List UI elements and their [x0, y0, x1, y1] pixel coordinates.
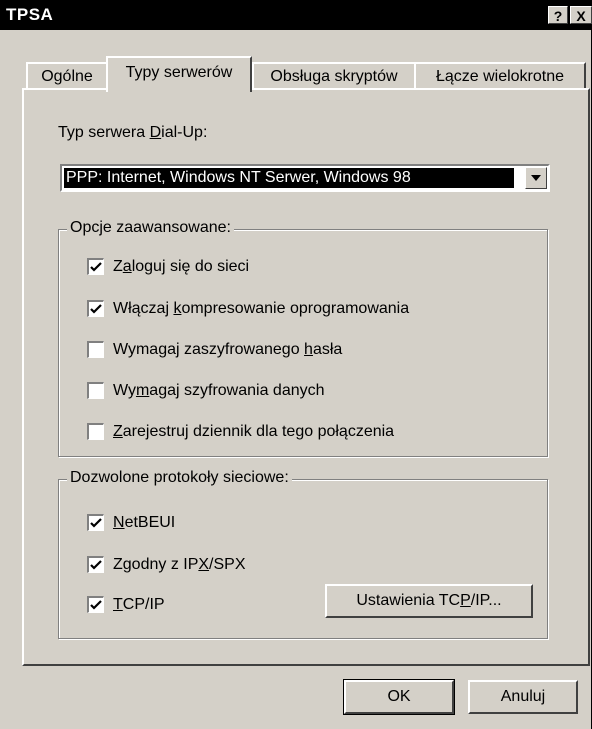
server-type-select[interactable]: PPP: Internet, Windows NT Serwer, Window… — [60, 164, 550, 192]
checkmark-icon — [90, 518, 102, 528]
checkbox-label: TCP/IP — [113, 596, 165, 613]
tab-ogolne[interactable]: Ogólne — [26, 62, 108, 90]
advanced-options-legend: Opcje zaawansowane: — [67, 219, 234, 237]
checkbox-label: Wymagaj zaszyfrowanego hasła — [113, 341, 343, 358]
checkmark-icon — [90, 560, 102, 570]
checkbox-box[interactable] — [87, 596, 104, 613]
checkbox-box[interactable] — [87, 300, 104, 317]
server-type-label: Typ serwera Dial-Up: — [58, 124, 208, 141]
checkbox-label: Zgodny z IPX/SPX — [113, 556, 246, 573]
ok-button[interactable]: OK — [343, 679, 455, 715]
checkbox-label: Wymagaj szyfrowania danych — [113, 382, 325, 399]
checkbox-box[interactable] — [87, 341, 104, 358]
checkbox-box[interactable] — [87, 514, 104, 531]
help-button[interactable]: ? — [548, 6, 568, 24]
checkmark-icon — [90, 304, 102, 314]
advanced-options-group: Opcje zaawansowane: Zaloguj się do sieci… — [58, 219, 548, 457]
checkbox-box[interactable] — [87, 382, 104, 399]
cancel-button[interactable]: Anuluj — [468, 680, 578, 714]
close-button[interactable]: X — [570, 6, 592, 24]
checkmark-icon — [90, 262, 102, 272]
checkbox-box[interactable] — [87, 556, 104, 573]
checkbox-label: Zarejestruj dziennik dla tego połączenia — [113, 423, 395, 440]
checkbox-label: NetBEUI — [113, 514, 176, 531]
tab-panel-typy-serwerow: Typ serwera Dial-Up: PPP: Internet, Wind… — [22, 88, 590, 666]
network-protocols-group: Dozwolone protokoły sieciowe: NetBEUI Zg… — [58, 469, 548, 639]
checkbox-label: Włączaj kompresowanie oprogramowania — [113, 300, 410, 317]
chevron-down-icon — [531, 175, 541, 181]
checkmark-icon — [90, 600, 102, 610]
tab-typy-serwerow[interactable]: Typy serwerów — [106, 56, 252, 92]
checkbox-box[interactable] — [87, 258, 104, 275]
title-bar[interactable]: TPSA ? X — [0, 0, 592, 30]
tab-obsluga-skryptow[interactable]: Obsługa skryptów — [252, 62, 416, 90]
network-protocols-legend: Dozwolone protokoły sieciowe: — [67, 469, 292, 487]
dropdown-button[interactable] — [525, 167, 547, 189]
tab-strip: Ogólne Typy serwerów Obsługa skryptów Łą… — [0, 56, 592, 92]
tcp-ip-settings-button[interactable]: Ustawienia TCP/IP... — [325, 584, 533, 618]
checkbox-box[interactable] — [87, 423, 104, 440]
dialog-window: TPSA ? X Ogólne Typy serwerów Obsługa sk… — [0, 0, 592, 729]
window-title: TPSA — [6, 5, 54, 24]
server-type-selected-value: PPP: Internet, Windows NT Serwer, Window… — [63, 167, 515, 189]
checkbox-label: Zaloguj się do sieci — [113, 258, 250, 275]
tab-lacze-wielokrotne[interactable]: Łącze wielokrotne — [414, 62, 586, 90]
